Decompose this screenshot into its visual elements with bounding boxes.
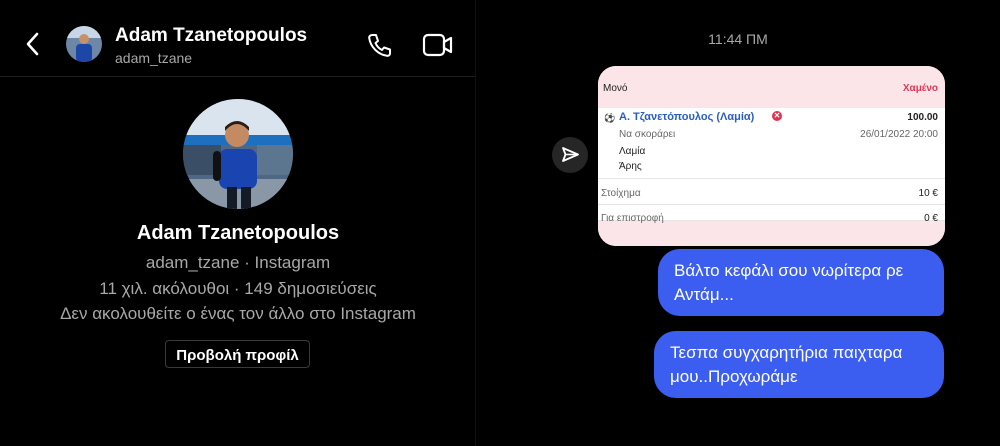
bet-status: Χαμένο [902, 83, 938, 94]
close-circle-icon: ✕ [772, 111, 782, 121]
bet-slip-body: ⚽ Α. Τζανετόπουλος (Λαμία) ✕ 100.00 Να σ… [598, 108, 945, 224]
shared-bet-slip[interactable]: Μονό Χαμένο ⚽ Α. Τζανετόπουλος (Λαμία) ✕… [598, 66, 945, 246]
bet-slip-header: Μονό Χαμένο [598, 66, 945, 108]
header-name[interactable]: Adam Tzanetopoulos [115, 25, 307, 47]
message-bubble[interactable]: Τεσπα συγχαρητήρια παιχταρα μου..Προχωρά… [654, 331, 944, 398]
profile-avatar[interactable] [183, 99, 293, 209]
return-value: 0 € [924, 213, 938, 224]
bet-team-home: Λαμία [619, 146, 646, 157]
bet-datetime: 26/01/2022 20:00 [860, 129, 938, 140]
bet-type: Μονό [603, 83, 628, 94]
video-camera-icon[interactable] [422, 32, 454, 58]
return-label: Για επιστροφή [601, 213, 664, 224]
bet-team-away: Άρης [619, 161, 642, 172]
profile-stats: 11 χιλ. ακόλουθοι · 149 δημοσιεύσεις [99, 279, 377, 298]
profile-name: Adam Tzanetopoulos [136, 222, 340, 244]
bet-amount: 100.00 [907, 112, 938, 123]
divider [598, 178, 945, 179]
bet-market: Να σκοράρει [619, 129, 676, 140]
profile-relation: Δεν ακολουθείτε ο ένας τον άλλο στο Inst… [60, 304, 416, 323]
header-username: adam_tzane [115, 50, 193, 66]
bet-selection: Α. Τζανετόπουλος (Λαμία) [619, 111, 755, 123]
phone-icon[interactable] [366, 31, 394, 59]
message-timestamp: 11:44 ΠΜ [708, 31, 768, 47]
divider [598, 204, 945, 205]
soccer-ball-icon: ⚽ [604, 113, 616, 123]
share-button[interactable] [552, 137, 588, 173]
stake-value: 10 € [918, 188, 938, 199]
send-icon [562, 147, 579, 162]
stake-label: Στοίχημα [601, 188, 641, 199]
bet-slip-footer [598, 221, 945, 246]
profile-pane: Adam Tzanetopoulos adam_tzane Adam Tzane… [0, 0, 476, 446]
header-avatar[interactable] [66, 26, 102, 62]
profile-subtitle: adam_tzane · Instagram [145, 253, 331, 272]
message-bubble[interactable]: Βάλτο κεφάλι σου νωρίτερα ρε Αντάμ... [658, 249, 944, 316]
back-arrow-icon[interactable] [22, 30, 44, 58]
conversation-header: Adam Tzanetopoulos adam_tzane [0, 0, 476, 77]
view-profile-button[interactable]: Προβολή προφίλ [165, 340, 310, 368]
